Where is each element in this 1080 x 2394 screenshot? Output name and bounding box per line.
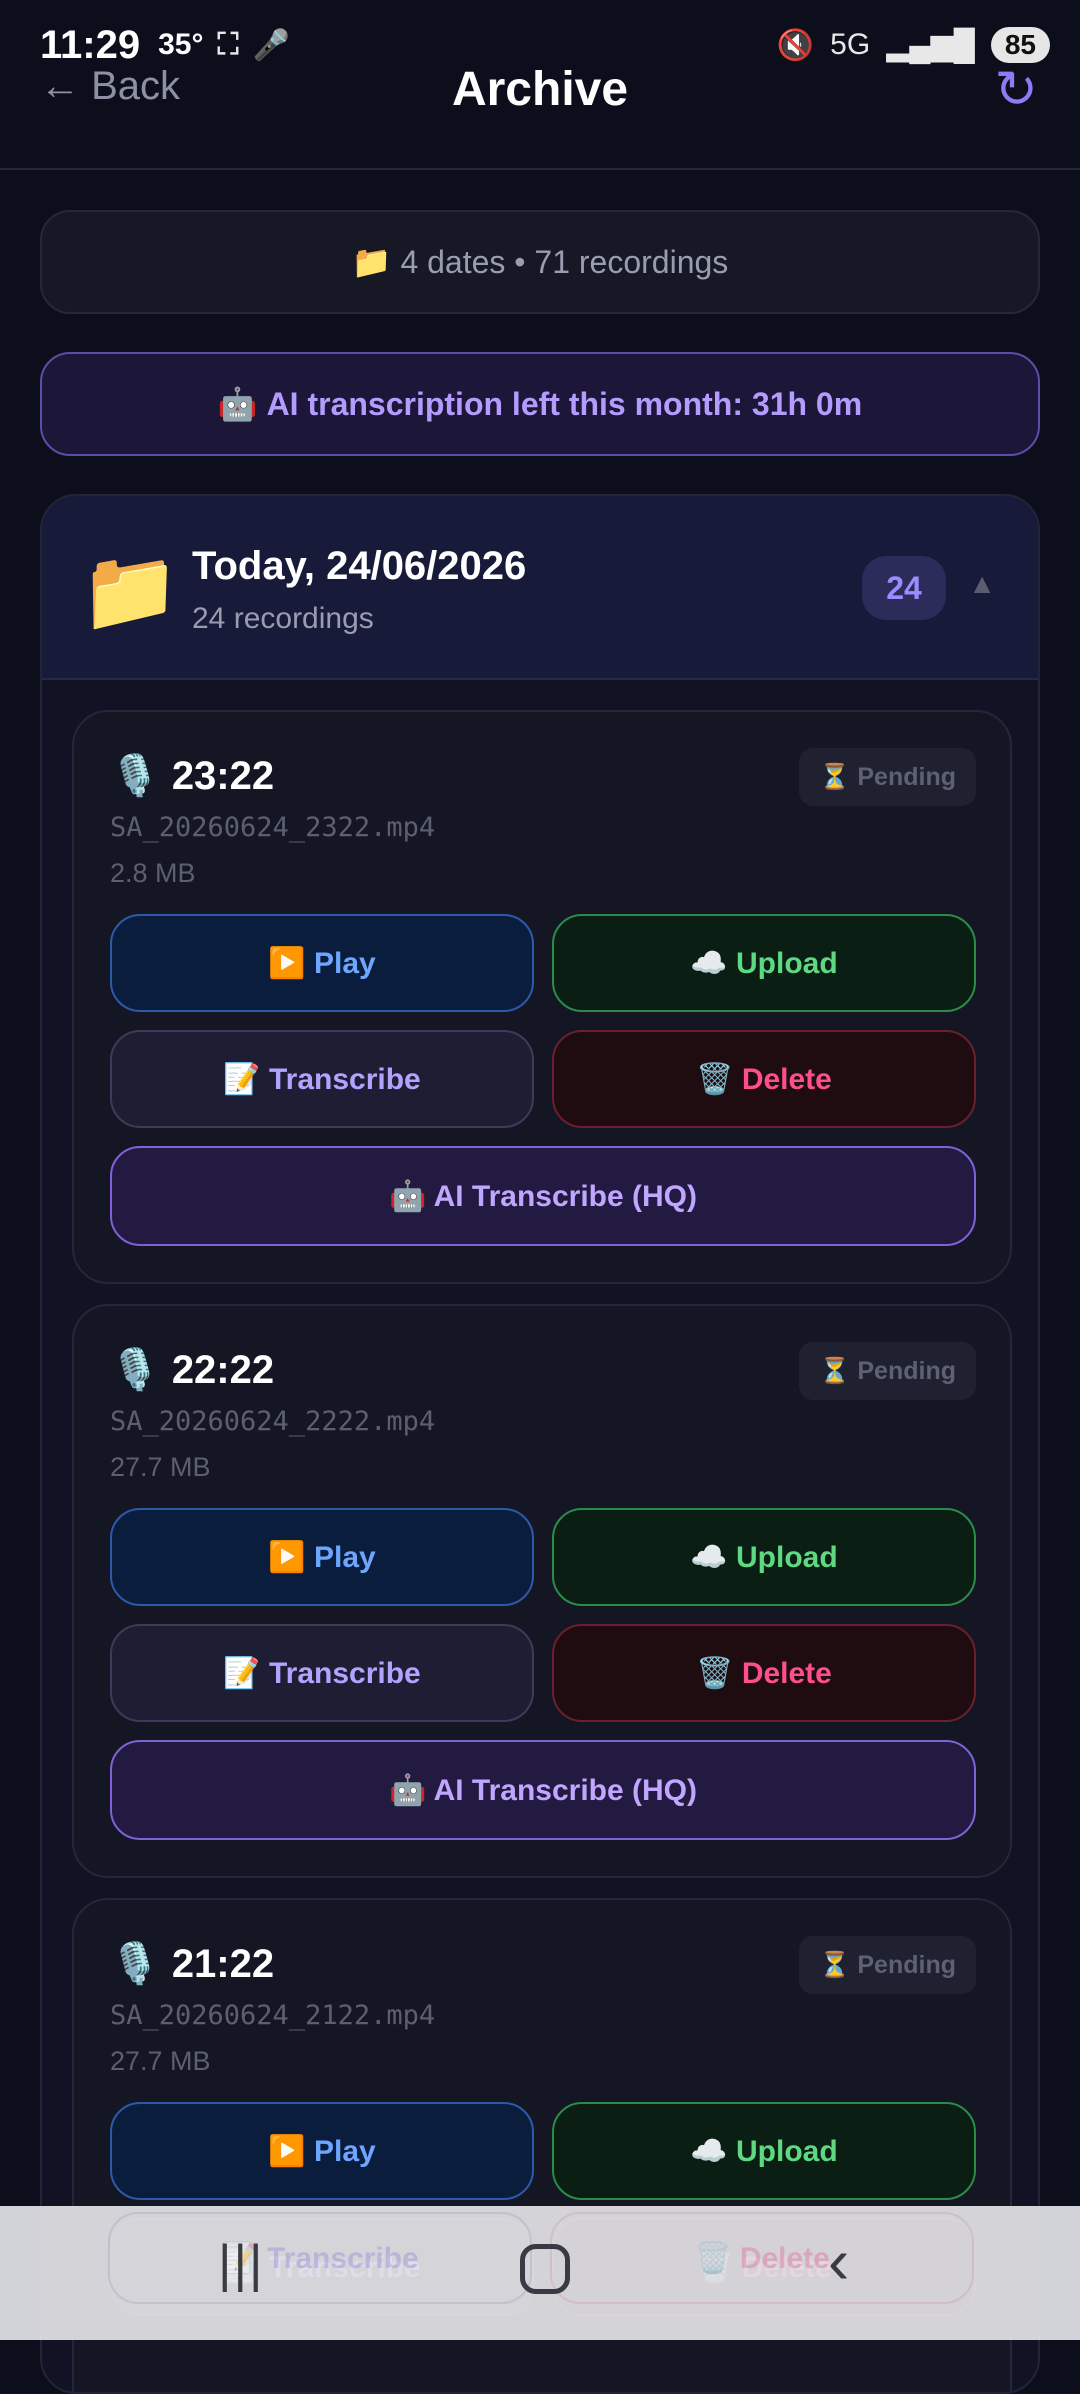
recording-time-text: 23:22	[171, 754, 275, 798]
transcribe-button[interactable]: 📝 Transcribe	[110, 1030, 534, 1128]
ai-transcribe-button[interactable]: 🤖 AI Transcribe (HQ)	[110, 1740, 976, 1840]
microphone-icon: 🎙️	[110, 754, 160, 798]
status-badge: ⏳ Pending	[799, 748, 976, 806]
system-navigation-bar: 📝 Transcribe 🗑️ Delete ||| ‹	[0, 2206, 1080, 2340]
upload-button[interactable]: ☁️ Upload	[552, 1508, 976, 1606]
upload-button[interactable]: ☁️ Upload	[552, 914, 976, 1012]
folder-icon: 📁	[80, 546, 180, 635]
play-button[interactable]: ▶️ Play	[110, 1508, 534, 1606]
app-header: ← Back Archive ↻	[0, 50, 1080, 170]
status-badge: ⏳ Pending	[799, 1342, 976, 1400]
home-icon[interactable]	[520, 2244, 570, 2294]
play-button[interactable]: ▶️ Play	[110, 2102, 534, 2200]
ai-quota-banner: 🤖 AI transcription left this month: 31h …	[40, 352, 1040, 456]
date-group-subtitle: 24 recordings	[192, 602, 374, 635]
ai-transcribe-button[interactable]: 🤖 AI Transcribe (HQ)	[110, 1146, 976, 1246]
page-title: Archive	[451, 63, 629, 116]
recording-card: 🎙️ 23:22 SA_20260624_2322.mp4 2.8 MB ⏳ Pe…	[72, 710, 1012, 1284]
recording-size: 2.8 MB	[110, 858, 196, 888]
transcribe-button-underlay: 📝 Transcribe	[108, 2212, 532, 2304]
refresh-icon[interactable]: ↻	[994, 60, 1038, 120]
archive-summary: 📁 4 dates • 71 recordings	[40, 210, 1040, 314]
date-group-title: Today, 24/06/2026	[192, 544, 527, 588]
recording-filename: SA_20260624_2322.mp4	[110, 812, 436, 843]
delete-button-underlay: 🗑️ Delete	[550, 2212, 974, 2304]
transcribe-button[interactable]: 📝 Transcribe	[110, 1624, 534, 1722]
microphone-icon: 🎙️	[110, 1348, 160, 1392]
recording-time: 🎙️ 21:22	[110, 1940, 274, 1987]
recordings-count-badge: 24	[862, 556, 946, 620]
recording-filename: SA_20260624_2122.mp4	[110, 2000, 436, 2031]
recording-time-text: 22:22	[171, 1348, 275, 1392]
recording-filename: SA_20260624_2222.mp4	[110, 1406, 436, 1437]
back-nav-icon[interactable]: ‹	[828, 2224, 849, 2298]
recent-apps-icon[interactable]: |||	[218, 2234, 265, 2294]
recording-time-text: 21:22	[171, 1942, 275, 1986]
summary-text: 4 dates • 71 recordings	[400, 243, 729, 280]
date-group-header[interactable]: 📁 Today, 24/06/2026 24 recordings 24 ▲	[42, 496, 1038, 680]
delete-button[interactable]: 🗑️ Delete	[552, 1030, 976, 1128]
ai-quota-text: AI transcription left this month: 31h 0m	[266, 385, 863, 422]
recording-card: 🎙️ 22:22 SA_20260624_2222.mp4 27.7 MB ⏳ P…	[72, 1304, 1012, 1878]
date-group: 📁 Today, 24/06/2026 24 recordings 24 ▲ 🎙…	[40, 494, 1040, 2394]
recording-size: 27.7 MB	[110, 1452, 211, 1482]
robot-icon: 🤖	[217, 386, 258, 422]
microphone-icon: 🎙️	[110, 1942, 160, 1986]
chevron-up-icon[interactable]: ▲	[968, 568, 996, 600]
play-button[interactable]: ▶️ Play	[110, 914, 534, 1012]
folder-icon: 📁	[351, 244, 392, 280]
status-badge: ⏳ Pending	[799, 1936, 976, 1994]
recording-size: 27.7 MB	[110, 2046, 211, 2076]
delete-button[interactable]: 🗑️ Delete	[552, 1624, 976, 1722]
upload-button[interactable]: ☁️ Upload	[552, 2102, 976, 2200]
recording-time: 🎙️ 22:22	[110, 1346, 274, 1393]
recording-time: 🎙️ 23:22	[110, 752, 274, 799]
